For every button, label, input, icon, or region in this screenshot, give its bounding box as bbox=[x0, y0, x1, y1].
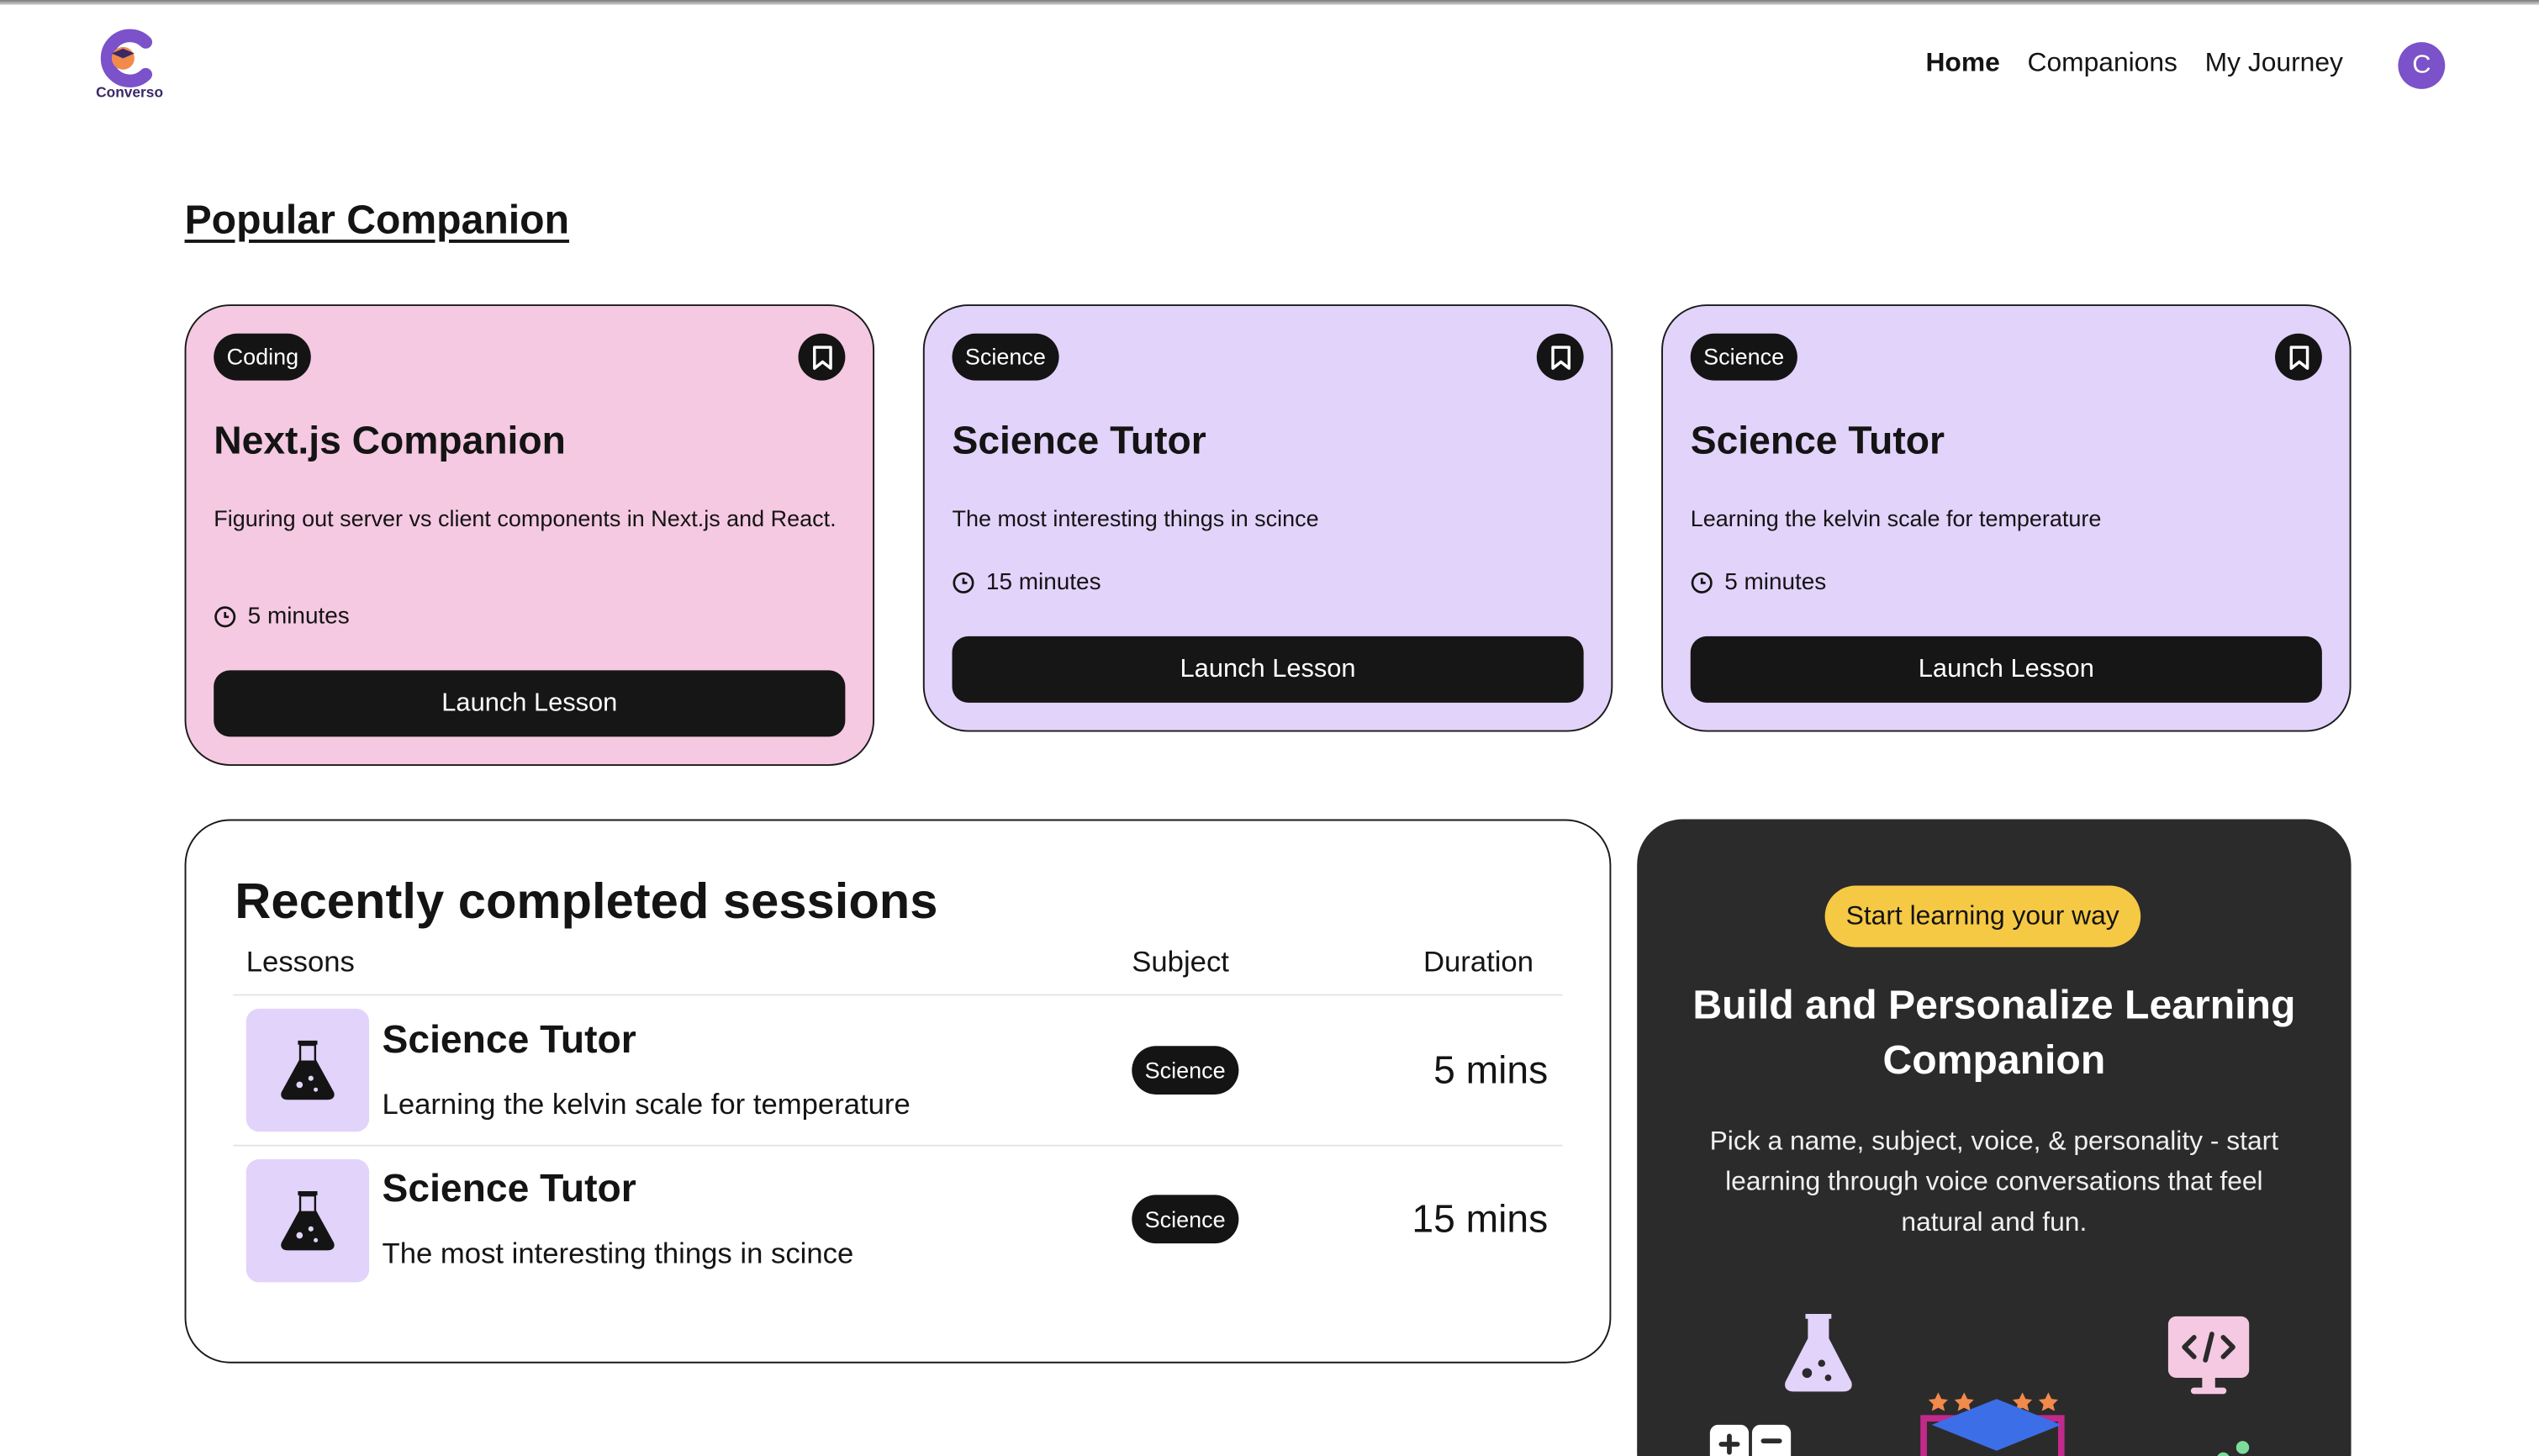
companion-card: Science Science Tutor The most interesti… bbox=[922, 304, 1613, 732]
companion-name: Next.js Companion bbox=[214, 419, 566, 463]
subject-badge: Science bbox=[1132, 1195, 1239, 1244]
companion-name: Science Tutor bbox=[952, 419, 1206, 463]
lesson-icon-box bbox=[245, 1008, 370, 1132]
row-divider bbox=[233, 994, 1563, 996]
logo-icon bbox=[100, 29, 153, 87]
nav-link-home[interactable]: Home bbox=[1925, 49, 1999, 80]
clock-icon bbox=[953, 572, 974, 593]
subject-badge: Coding bbox=[214, 333, 312, 381]
cta-title: Build and Personalize Learning Companion bbox=[1692, 983, 2296, 1084]
recent-sessions-title: Recently completed sessions bbox=[235, 873, 938, 930]
duration-text: 15 minutes bbox=[985, 569, 1101, 596]
bookmark-button[interactable] bbox=[798, 333, 846, 381]
cta-pill: Start learning your way bbox=[1824, 885, 2140, 947]
subject-badge: Science bbox=[952, 333, 1059, 381]
companion-topic: Learning the kelvin scale for temperatur… bbox=[1690, 504, 2102, 531]
duration: 15 minutes bbox=[952, 570, 1101, 596]
cta-description: Pick a name, subject, voice, & personali… bbox=[1709, 1126, 2279, 1237]
flask-icon bbox=[1785, 1313, 1852, 1392]
bookmark-icon bbox=[812, 345, 831, 369]
nav-link-my-journey[interactable]: My Journey bbox=[2205, 49, 2343, 80]
launch-lesson-button[interactable]: Launch Lesson bbox=[214, 670, 846, 737]
nav-links: Home Companions My Journey bbox=[1925, 49, 2342, 80]
subject-badge: Science bbox=[1132, 1046, 1239, 1095]
lesson-title: Science Tutor bbox=[382, 1167, 636, 1211]
column-header-duration: Duration bbox=[1423, 945, 1534, 979]
clock-icon bbox=[1691, 572, 1713, 593]
build-companion-cta: Start learning your way Build and Person… bbox=[1637, 819, 2352, 1456]
clock-icon bbox=[214, 606, 236, 628]
flask-icon bbox=[281, 1040, 335, 1100]
bookmark-icon bbox=[1550, 345, 1570, 369]
top-navigation: Converso Home Companions My Journey C bbox=[0, 0, 2539, 129]
code-monitor-icon bbox=[2167, 1316, 2250, 1395]
duration: 5 minutes bbox=[214, 604, 350, 630]
launch-lesson-button[interactable]: Launch Lesson bbox=[952, 636, 1584, 703]
calculator-icon bbox=[1709, 1424, 1792, 1456]
companion-card: Science Science Tutor Learning the kelvi… bbox=[1661, 304, 2352, 732]
duration-text: 5 minutes bbox=[247, 604, 350, 630]
section-title: Popular Companion bbox=[184, 197, 569, 243]
row-divider bbox=[233, 1144, 1563, 1147]
flask-icon bbox=[281, 1191, 335, 1251]
bookmark-button[interactable] bbox=[1536, 333, 1584, 381]
bookmark-button[interactable] bbox=[2275, 333, 2322, 381]
user-avatar[interactable]: C bbox=[2398, 42, 2446, 89]
lesson-topic: The most interesting things in scince bbox=[382, 1237, 854, 1269]
logo-text: Converso bbox=[96, 84, 164, 101]
session-duration: 15 mins bbox=[1412, 1198, 1549, 1242]
companion-name: Science Tutor bbox=[1690, 419, 1945, 463]
duration-text: 5 minutes bbox=[1724, 569, 1827, 596]
chart-dots-icon bbox=[2217, 1441, 2250, 1456]
bookmark-icon bbox=[2288, 345, 2309, 369]
session-duration: 5 mins bbox=[1433, 1049, 1549, 1094]
companion-topic: The most interesting things in scince bbox=[952, 504, 1319, 531]
lesson-title: Science Tutor bbox=[382, 1018, 636, 1063]
column-header-lessons: Lessons bbox=[245, 945, 355, 979]
lesson-icon-box bbox=[245, 1159, 370, 1283]
companion-card: Coding Next.js Companion Figuring out se… bbox=[184, 304, 875, 766]
lesson-topic: Learning the kelvin scale for temperatur… bbox=[382, 1088, 911, 1121]
subject-badge: Science bbox=[1690, 333, 1797, 381]
nav-link-companions[interactable]: Companions bbox=[2028, 49, 2177, 80]
converso-logo[interactable]: Converso bbox=[91, 26, 168, 103]
launch-lesson-button[interactable]: Launch Lesson bbox=[1690, 636, 2322, 703]
column-header-subject: Subject bbox=[1132, 945, 1229, 979]
graduation-cap-icon bbox=[1920, 1392, 2065, 1456]
companion-topic: Figuring out server vs client components… bbox=[214, 504, 837, 531]
duration: 5 minutes bbox=[1691, 569, 1827, 596]
